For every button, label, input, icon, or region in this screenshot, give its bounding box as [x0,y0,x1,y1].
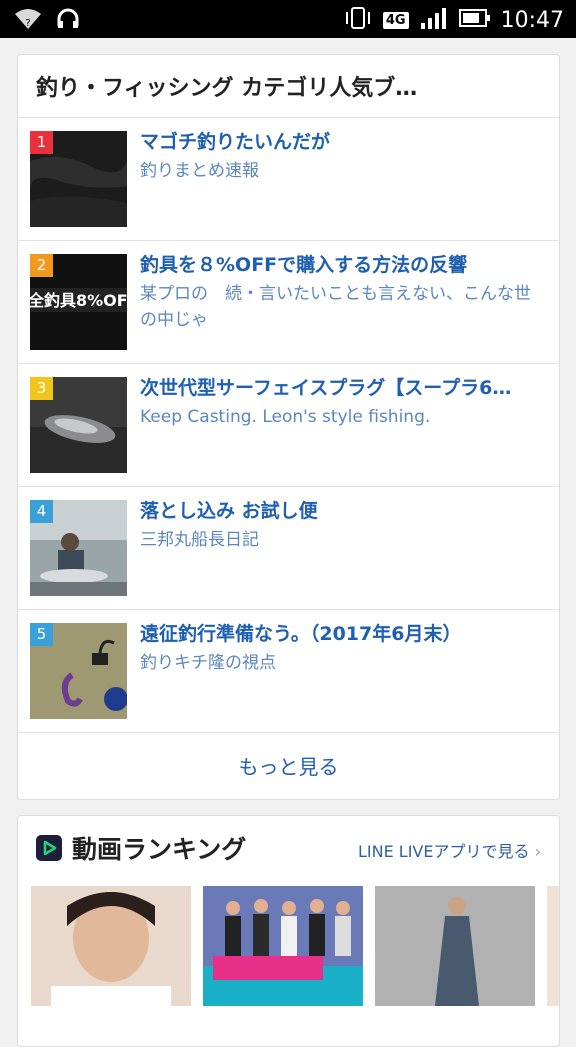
vibrate-icon [343,6,373,34]
item-title-link[interactable]: 遠征釣行準備なう。（2017年6月末） [140,620,545,648]
item-title-link[interactable]: 次世代型サーフェイスプラグ【スープラ6… [140,374,545,402]
wifi-question-icon: ? [14,8,42,34]
rank-badge: 2 [30,254,53,277]
item-title-link[interactable]: 釣具を８%OFFで購入する方法の反響 [140,251,545,279]
item-source: 釣りキチ隆の視点 [140,653,276,673]
video-thumbnail[interactable] [31,886,191,1006]
line-live-play-icon [36,835,62,861]
network-type-badge: 4G [382,11,409,29]
rank-badge: 4 [30,500,53,523]
thumbnail-image: 4 [30,500,127,596]
line-live-app-link-label: LINE LIVEアプリで見る [358,842,530,861]
item-title-link[interactable]: 落とし込み お試し便 [140,497,545,525]
see-more-label: もっと見る [238,754,339,779]
video-carousel[interactable] [31,886,559,1046]
ranking-item-2[interactable]: 全釣具8%OFF 2 釣具を８%OFFで購入する方法の反響 某プロの 続・言いた… [18,241,559,364]
signal-icon [419,6,449,34]
thumbnail-image: 3 [30,377,127,473]
item-source: 某プロの 続・言いたいことも言えない、こんな世の中じゃ [140,284,531,330]
line-live-app-link[interactable]: LINE LIVEアプリで見る › [358,838,541,862]
chevron-right-icon: › [534,842,541,861]
video-thumbnail[interactable] [375,886,535,1006]
thumbnail-image: 全釣具8%OFF 2 [30,254,127,350]
ranking-item-5[interactable]: 5 遠征釣行準備なう。（2017年6月末） 釣りキチ隆の視点 [18,610,559,733]
video-thumbnail[interactable] [547,886,559,1006]
item-source: Keep Casting. Leon's style fishing. [140,407,431,427]
svg-text:?: ? [25,18,30,29]
card-header: 釣り・フィッシング カテゴリ人気ブ… [18,55,559,118]
video-ranking-title: 動画ランキング [72,835,247,864]
ranking-item-3[interactable]: 3 次世代型サーフェイスプラグ【スープラ6… Keep Casting. Leo… [18,364,559,487]
item-title-link[interactable]: マゴチ釣りたいんだが [140,128,545,156]
video-ranking-card: 動画ランキング LINE LIVEアプリで見る › [17,815,560,1047]
thumbnail-image: 1 [30,131,127,227]
thumbnail-image: 5 [30,623,127,719]
thumbnail-caption: 全釣具8%OFF [30,291,127,310]
rank-badge: 1 [30,131,53,154]
item-source: 三邦丸船長日記 [140,530,259,550]
rank-badge: 3 [30,377,53,400]
headset-icon [56,8,80,34]
item-source: 釣りまとめ速報 [140,161,259,181]
rank-badge: 5 [30,623,53,646]
status-bar: ? 4G 10:47 [0,0,576,38]
video-ranking-header: 動画ランキング LINE LIVEアプリで見る › [18,816,559,878]
video-thumbnail[interactable] [203,886,363,1006]
battery-icon [458,7,491,33]
ranking-item-4[interactable]: 4 落とし込み お試し便 三邦丸船長日記 [18,487,559,610]
card-title: 釣り・フィッシング カテゴリ人気ブ… [36,76,418,101]
see-more-button[interactable]: もっと見る [18,733,559,797]
ranking-item-1[interactable]: 1 マゴチ釣りたいんだが 釣りまとめ速報 [18,118,559,241]
clock: 10:47 [500,7,564,33]
category-ranking-card: 釣り・フィッシング カテゴリ人気ブ… 1 マゴチ釣りたいんだが 釣りまとめ速報 … [17,54,560,800]
